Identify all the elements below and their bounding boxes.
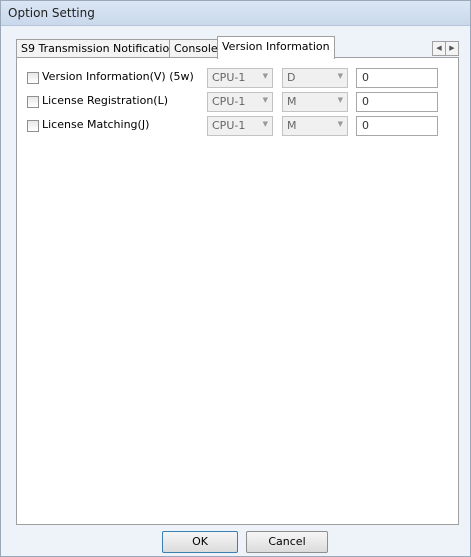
cpu-select[interactable]: CPU-1 ▼ bbox=[207, 92, 273, 112]
title-bar[interactable]: Option Setting bbox=[1, 1, 470, 26]
dialog-title: Option Setting bbox=[8, 6, 95, 20]
cpu-value: CPU-1 bbox=[212, 119, 246, 132]
tab-version-information[interactable]: Version Information bbox=[217, 36, 335, 59]
version-information-checkbox[interactable] bbox=[27, 72, 39, 84]
cpu-select[interactable]: CPU-1 ▼ bbox=[207, 116, 273, 136]
cancel-button[interactable]: Cancel bbox=[246, 531, 328, 553]
tab-strip: S9 Transmission Notification Console Ver… bbox=[16, 36, 442, 59]
device-select[interactable]: D ▼ bbox=[282, 68, 348, 88]
tab-label: Version Information bbox=[222, 40, 330, 53]
address-value: 0 bbox=[362, 95, 369, 108]
tab-scroll-right-button[interactable]: ▶ bbox=[445, 41, 459, 56]
address-input[interactable]: 0 bbox=[356, 116, 438, 136]
address-value: 0 bbox=[362, 71, 369, 84]
chevron-down-icon: ▼ bbox=[337, 96, 343, 104]
chevron-down-icon: ▼ bbox=[262, 72, 268, 80]
device-value: D bbox=[287, 71, 296, 84]
arrow-left-icon: ◀ bbox=[436, 44, 442, 52]
chevron-down-icon: ▼ bbox=[337, 72, 343, 80]
license-registration-checkbox[interactable] bbox=[27, 96, 39, 108]
address-value: 0 bbox=[362, 119, 369, 132]
option-label: License Registration(L) bbox=[42, 94, 169, 107]
device-value: M bbox=[287, 95, 297, 108]
license-matching-checkbox[interactable] bbox=[27, 120, 39, 132]
chevron-down-icon: ▼ bbox=[262, 96, 268, 104]
option-setting-dialog: Option Setting S9 Transmission Notificat… bbox=[0, 0, 471, 557]
option-label: Version Information(V) (5w) bbox=[42, 70, 194, 83]
arrow-right-icon: ▶ bbox=[449, 44, 455, 52]
tab-label: S9 Transmission Notification bbox=[21, 42, 177, 55]
tab-label: Console bbox=[174, 42, 218, 55]
tab-s9-transmission-notification[interactable]: S9 Transmission Notification bbox=[16, 39, 182, 58]
cpu-value: CPU-1 bbox=[212, 71, 246, 84]
address-input[interactable]: 0 bbox=[356, 92, 438, 112]
device-select[interactable]: M ▼ bbox=[282, 116, 348, 136]
chevron-down-icon: ▼ bbox=[337, 120, 343, 128]
option-label: License Matching(J) bbox=[42, 118, 150, 131]
chevron-down-icon: ▼ bbox=[262, 120, 268, 128]
ok-button[interactable]: OK bbox=[162, 531, 238, 553]
device-value: M bbox=[287, 119, 297, 132]
version-information-panel: Version Information(V) (5w) CPU-1 ▼ D ▼ … bbox=[16, 57, 459, 525]
address-input[interactable]: 0 bbox=[356, 68, 438, 88]
cpu-select[interactable]: CPU-1 ▼ bbox=[207, 68, 273, 88]
tab-scroll-left-button[interactable]: ◀ bbox=[432, 41, 446, 56]
tab-console[interactable]: Console bbox=[169, 39, 223, 58]
cpu-value: CPU-1 bbox=[212, 95, 246, 108]
device-select[interactable]: M ▼ bbox=[282, 92, 348, 112]
